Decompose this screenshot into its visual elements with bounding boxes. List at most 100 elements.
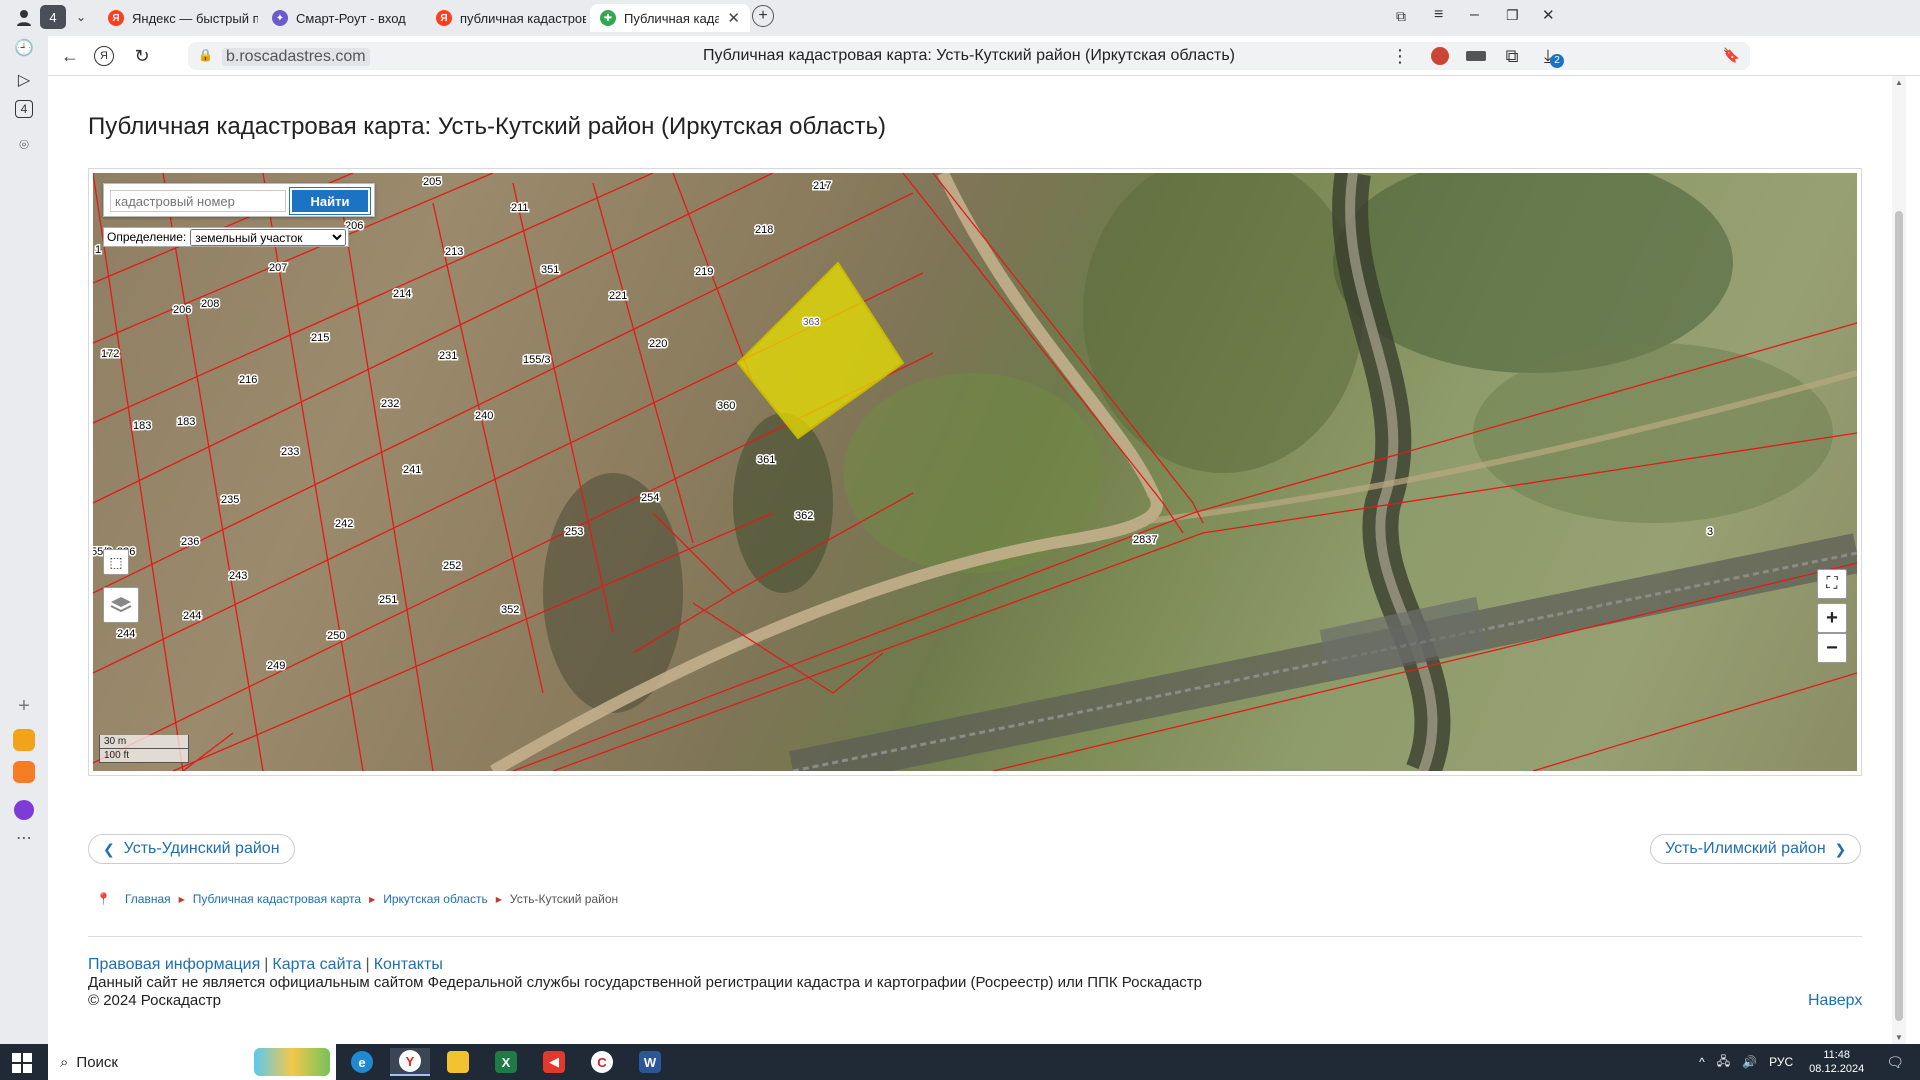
- collections-icon[interactable]: ⧉: [1500, 44, 1524, 68]
- taskbar-excel[interactable]: X: [486, 1048, 526, 1076]
- parcel-number-label: 250: [327, 630, 345, 642]
- tray-expand-icon[interactable]: ^: [1699, 1055, 1705, 1069]
- taskbar-search[interactable]: ⌕ Поиск: [48, 1044, 336, 1080]
- zoom-in-button[interactable]: +: [1817, 603, 1847, 633]
- menu-icon[interactable]: ≡: [1434, 6, 1443, 24]
- cleaner-icon: C: [591, 1051, 613, 1073]
- parcel-number-label: 351: [541, 264, 559, 276]
- find-button[interactable]: Найти: [289, 187, 371, 215]
- mail-app-icon[interactable]: [12, 760, 36, 784]
- scale-metric: 30 m: [99, 735, 189, 749]
- back-to-top-link[interactable]: Наверх: [1808, 992, 1862, 1010]
- tab-smart-route[interactable]: ✦ Смарт-Роут - вход: [262, 4, 422, 32]
- more-icon[interactable]: ⋯: [12, 826, 36, 850]
- taskbar-clock[interactable]: 11:48 08.12.2024: [1809, 1048, 1864, 1076]
- parcel-number-label: 218: [755, 224, 773, 236]
- parcel-number-label: 206: [173, 304, 191, 316]
- chevron-down-icon[interactable]: ⌄: [70, 5, 92, 29]
- taskbar-yandex-browser[interactable]: Y: [390, 1048, 430, 1076]
- prev-region-label: Усть-Удинский район: [123, 840, 280, 857]
- shield-extension-icon[interactable]: [1464, 44, 1488, 68]
- chevron-right-icon: ❯: [1834, 840, 1847, 857]
- page-scrollbar[interactable]: ▲ ▼: [1892, 76, 1906, 1044]
- window-close-icon[interactable]: ✕: [1542, 6, 1555, 24]
- keyboard-language[interactable]: РУС: [1769, 1055, 1793, 1069]
- parcel-number-label: 183: [133, 420, 151, 432]
- reload-icon[interactable]: ↻: [130, 44, 154, 68]
- taskbar-word[interactable]: W: [630, 1048, 670, 1076]
- parcel-number-label: 362: [795, 510, 813, 522]
- extension-icon[interactable]: [1428, 44, 1452, 68]
- legal-info-link[interactable]: Правовая информация: [88, 956, 260, 973]
- yandex-favicon-icon: Я: [108, 10, 124, 26]
- smart-route-favicon-icon: ✦: [272, 10, 288, 26]
- definition-select[interactable]: земельный участок: [190, 228, 347, 246]
- breadcrumb-current: Усть-Кутский район: [509, 892, 619, 906]
- parcel-number-label: 217: [813, 180, 831, 192]
- taskbar-anydesk[interactable]: ◀: [534, 1048, 574, 1076]
- definition-panel: Определение: земельный участок: [103, 227, 350, 247]
- yandex-favicon-icon: Я: [436, 10, 452, 26]
- breadcrumb-map-link[interactable]: Публичная кадастровая карта: [193, 892, 361, 906]
- sitemap-link[interactable]: Карта сайта: [272, 956, 361, 973]
- parcel-number-label: 360: [717, 400, 735, 412]
- scroll-up-icon[interactable]: ▲: [1895, 78, 1903, 87]
- taskbar-edge[interactable]: e: [342, 1048, 382, 1076]
- layers-icon[interactable]: [103, 587, 139, 623]
- close-tab-icon[interactable]: ✕: [719, 9, 740, 27]
- parcel-number-label: 233: [281, 446, 299, 458]
- taskbar-ccleaner[interactable]: C: [582, 1048, 622, 1076]
- zoom-out-button[interactable]: −: [1817, 633, 1847, 663]
- add-panel-icon[interactable]: +: [12, 694, 36, 718]
- contacts-link[interactable]: Контакты: [374, 956, 443, 973]
- draw-selection-icon[interactable]: ⬚: [103, 549, 129, 575]
- next-region-button[interactable]: Усть-Илимский район ❯: [1650, 834, 1862, 864]
- prev-region-button[interactable]: ❮ Усть-Удинский район: [88, 834, 295, 864]
- bookmarks-panel-icon[interactable]: ⧉: [1396, 8, 1406, 25]
- new-tab-button[interactable]: +: [752, 5, 774, 27]
- tab-search-results[interactable]: Я публичная кадастровая к: [426, 4, 586, 32]
- screenshot-icon[interactable]: ⌾: [12, 134, 36, 158]
- network-icon[interactable]: 🖧: [1717, 1052, 1730, 1073]
- scrollbar-thumb[interactable]: [1895, 211, 1903, 1021]
- tabs-count-icon[interactable]: 4: [15, 100, 33, 118]
- fullscreen-icon[interactable]: ⛶: [1817, 569, 1847, 599]
- profile-icon[interactable]: [12, 6, 36, 30]
- parcel-number-label: 363: [803, 317, 820, 328]
- volume-icon[interactable]: 🔊: [1742, 1055, 1757, 1069]
- play-icon[interactable]: ▷: [12, 68, 36, 92]
- alice-assistant-icon[interactable]: [12, 798, 36, 822]
- taskbar-file-explorer[interactable]: [438, 1048, 478, 1076]
- parcel-number-label: 244: [183, 610, 201, 622]
- tab-cadastral-map[interactable]: ✚ Публичная кадастрова ✕: [590, 4, 750, 32]
- cadastral-search-panel: Найти: [103, 183, 375, 217]
- downloads-icon[interactable]: ⤓ 2: [1536, 44, 1564, 68]
- scroll-down-icon[interactable]: ▼: [1895, 1033, 1903, 1042]
- minimize-icon[interactable]: –: [1470, 6, 1479, 24]
- tab-yandex[interactable]: Я Яндекс — быстрый поиск: [98, 4, 258, 32]
- parcel-number-label: 221: [609, 290, 627, 302]
- next-region-label: Усть-Илимский район: [1665, 840, 1826, 857]
- browser-tab-bar: 4 ⌄ Я Яндекс — быстрый поиск ✦ Смарт-Роу…: [0, 0, 1920, 36]
- footer-copyright: © 2024 Роскадастр: [88, 992, 221, 1009]
- cadastral-number-input[interactable]: [110, 190, 286, 212]
- more-vertical-icon[interactable]: ⋮: [1388, 44, 1412, 68]
- cadastral-map[interactable]: 217 205 211 218 206 1 213 351 219 207 214 221 363 208…: [93, 173, 1857, 771]
- hand-app-icon[interactable]: [12, 728, 36, 752]
- yandex-home-icon[interactable]: Я: [94, 46, 114, 66]
- bookmark-icon[interactable]: 🔖: [1723, 47, 1740, 64]
- tab-count-badge[interactable]: 4: [40, 5, 66, 29]
- windows-start-icon[interactable]: [12, 1053, 32, 1073]
- tab-label: Яндекс — быстрый поиск: [132, 10, 258, 26]
- back-icon[interactable]: ←: [58, 44, 82, 68]
- notifications-icon[interactable]: 🗨: [1886, 1054, 1904, 1071]
- parcel-number-label: 352: [501, 604, 519, 616]
- maximize-icon[interactable]: ❐: [1506, 7, 1519, 24]
- chevron-left-icon: ❮: [103, 840, 115, 857]
- breadcrumb-region-link[interactable]: Иркутская область: [383, 892, 488, 906]
- breadcrumb-home-link[interactable]: Главная: [125, 892, 171, 906]
- parcel-number-label: 172: [101, 348, 119, 360]
- clock-time: 11:48: [1823, 1049, 1851, 1061]
- history-icon[interactable]: 🕘: [12, 36, 36, 60]
- yandex-browser-icon: Y: [399, 1050, 421, 1072]
